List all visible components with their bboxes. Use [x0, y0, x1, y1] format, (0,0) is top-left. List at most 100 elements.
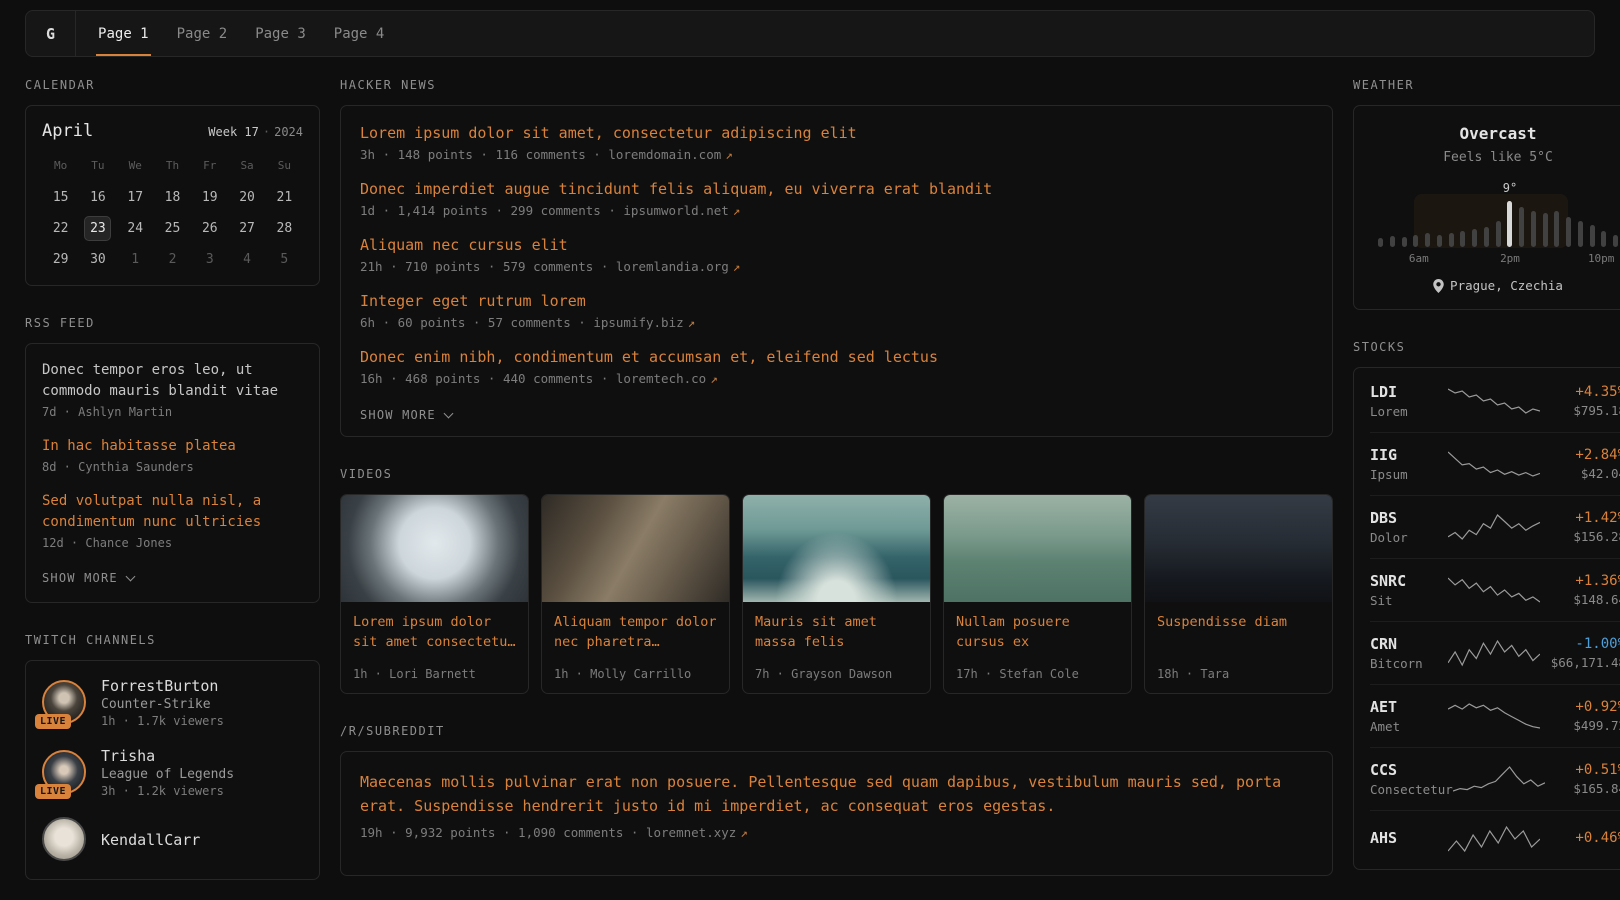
stock-row[interactable]: CCS Consectetur +0.51% $165.84 [1370, 747, 1620, 810]
video-title[interactable]: Mauris sit amet massa felis [755, 613, 918, 652]
stock-row[interactable]: CRN Bitcorn -1.00% $66,171.48 [1370, 621, 1620, 684]
hn-domain-link[interactable]: loremtech.co [616, 371, 706, 386]
tab-page-4[interactable]: Page 4 [320, 11, 399, 56]
calendar-day: 19 [191, 182, 228, 213]
live-badge: LIVE [35, 784, 71, 799]
stocks-section-label: STOCKS [1353, 340, 1620, 354]
calendar-grid: Mo Tu We Th Fr Sa Su 15 16 17 18 19 20 2… [42, 153, 303, 275]
twitch-channel-row[interactable]: LIVE ForrestBurton Counter-Strike 1h · 1… [42, 677, 303, 728]
twitch-channel-row[interactable]: KendallCarr [42, 817, 303, 863]
external-link-icon[interactable]: ↗ [733, 203, 741, 218]
stock-row[interactable]: AET Amet +0.92% $499.72 [1370, 684, 1620, 747]
hn-item-title[interactable]: Donec imperdiet augue tincidunt felis al… [360, 180, 1313, 198]
video-meta: 17h · Stefan Cole [956, 667, 1119, 681]
videos-widget: VIDEOS Lorem ipsum dolor sit amet consec… [340, 467, 1333, 694]
stock-change: +0.46% [1540, 830, 1620, 846]
hn-item: Lorem ipsum dolor sit amet, consectetur … [360, 124, 1313, 162]
calendar-day: 21 [266, 182, 303, 213]
stock-row[interactable]: IIG Ipsum +2.84% $42.04 [1370, 432, 1620, 495]
video-thumbnail[interactable] [1145, 495, 1332, 602]
stock-symbol: SNRC [1370, 572, 1448, 590]
weather-location-text: Prague, Czechia [1450, 278, 1563, 293]
weather-time-label: 6am [1409, 252, 1429, 265]
video-title[interactable]: Lorem ipsum dolor sit amet consectetu… [353, 613, 516, 652]
stock-name: Lorem [1370, 404, 1448, 419]
stock-row[interactable]: DBS Dolor +1.42% $156.28 [1370, 495, 1620, 558]
video-thumbnail[interactable] [341, 495, 528, 602]
stocks-widget: STOCKS LDI Lorem +4.35% $795.18 [1353, 340, 1620, 870]
hn-item-title[interactable]: Integer eget rutrum lorem [360, 292, 1313, 310]
calendar-day: 17 [117, 182, 154, 213]
stock-sparkline-wrap [1453, 764, 1545, 794]
stock-price: $156.28 [1540, 529, 1620, 544]
video-title[interactable]: Nullam posuere cursus ex [956, 613, 1119, 652]
hn-domain-link[interactable]: loremlandia.org [616, 259, 729, 274]
stock-row[interactable]: LDI Lorem +4.35% $795.18 [1370, 370, 1620, 432]
stock-symbol: LDI [1370, 383, 1448, 401]
stock-values: +4.35% $795.18 [1540, 384, 1620, 418]
external-link-icon[interactable]: ↗ [710, 371, 718, 386]
stock-change: -1.00% [1540, 636, 1620, 652]
rss-item-title[interactable]: Sed volutpat nulla nisl, a condimentum n… [42, 491, 303, 533]
hn-domain-link[interactable]: ipsumworld.net [623, 203, 728, 218]
hn-show-more-button[interactable]: SHOW MORE [360, 408, 452, 422]
video-meta: 7h · Grayson Dawson [755, 667, 918, 681]
weather-bar [1378, 238, 1383, 247]
video-card[interactable]: Suspendisse diam 18h · Tara [1144, 494, 1333, 694]
stock-sparkline-wrap [1448, 701, 1540, 731]
stock-values: +0.92% $499.72 [1540, 699, 1620, 733]
hn-item-title[interactable]: Aliquam nec cursus elit [360, 236, 1313, 254]
tab-page-2[interactable]: Page 2 [163, 11, 242, 56]
video-thumbnail[interactable] [542, 495, 729, 602]
calendar-day-header: Mo [42, 153, 79, 182]
twitch-channel-name: Trisha [101, 747, 234, 765]
video-card[interactable]: Mauris sit amet massa felis 7h · Grayson… [742, 494, 931, 694]
right-column: WEATHER Overcast Feels like 5°C 9° 6am 2… [1353, 69, 1620, 900]
chevron-down-icon [125, 571, 135, 581]
hn-item-title[interactable]: Donec enim nibh, condimentum et accumsan… [360, 348, 1313, 366]
reddit-domain-link[interactable]: loremnet.xyz [646, 825, 736, 840]
rss-show-more-button[interactable]: SHOW MORE [42, 571, 134, 585]
hn-meta-text: 21h · 710 points · 579 comments · [360, 259, 608, 274]
weather-bar [1554, 211, 1559, 247]
video-thumbnail[interactable] [944, 495, 1131, 602]
rss-item: Donec tempor eros leo, ut commodo mauris… [42, 360, 303, 419]
hn-meta-text: 16h · 468 points · 440 comments · [360, 371, 608, 386]
stock-name: Bitcorn [1370, 656, 1448, 671]
rss-item-meta: 8d · Cynthia Saunders [42, 460, 303, 474]
external-link-icon[interactable]: ↗ [740, 825, 748, 840]
reddit-post-title[interactable]: Maecenas mollis pulvinar erat non posuer… [360, 770, 1313, 818]
hn-domain-link[interactable]: loremdomain.com [608, 147, 721, 162]
tab-page-1[interactable]: Page 1 [84, 11, 163, 56]
rss-item-title[interactable]: Donec tempor eros leo, ut commodo mauris… [42, 360, 303, 402]
video-card[interactable]: Nullam posuere cursus ex 17h · Stefan Co… [943, 494, 1132, 694]
tab-page-3[interactable]: Page 3 [241, 11, 320, 56]
stock-id: DBS Dolor [1370, 509, 1448, 545]
stock-row[interactable]: AHS +0.46% [1370, 810, 1620, 867]
hn-item: Integer eget rutrum lorem 6h · 60 points… [360, 292, 1313, 330]
external-link-icon[interactable]: ↗ [733, 259, 741, 274]
hn-item-title[interactable]: Lorem ipsum dolor sit amet, consectetur … [360, 124, 1313, 142]
external-link-icon[interactable]: ↗ [725, 147, 733, 162]
twitch-card: LIVE ForrestBurton Counter-Strike 1h · 1… [25, 660, 320, 880]
calendar-month: April [42, 121, 93, 141]
twitch-channel-meta: 1h · 1.7k viewers [101, 714, 224, 728]
hn-meta-text: 3h · 148 points · 116 comments · [360, 147, 601, 162]
hn-domain-link[interactable]: ipsumify.biz [593, 315, 683, 330]
hn-item: Aliquam nec cursus elit 21h · 710 points… [360, 236, 1313, 274]
weather-time-labels: 6am 2pm 10pm [1378, 252, 1618, 265]
rss-item-title[interactable]: In hac habitasse platea [42, 436, 303, 457]
video-card[interactable]: Aliquam tempor dolor nec pharetra… 1h · … [541, 494, 730, 694]
twitch-channel-info: Trisha League of Legends 3h · 1.2k viewe… [101, 747, 234, 798]
twitch-channel-name: ForrestBurton [101, 677, 224, 695]
video-title[interactable]: Suspendisse diam [1157, 613, 1320, 633]
external-link-icon[interactable]: ↗ [688, 315, 696, 330]
video-card[interactable]: Lorem ipsum dolor sit amet consectetu… 1… [340, 494, 529, 694]
app-logo[interactable]: G [26, 11, 76, 56]
video-title[interactable]: Aliquam tempor dolor nec pharetra… [554, 613, 717, 652]
video-thumbnail[interactable] [743, 495, 930, 602]
stock-change: +4.35% [1540, 384, 1620, 400]
stock-row[interactable]: SNRC Sit +1.36% $148.64 [1370, 558, 1620, 621]
weather-bar [1613, 235, 1618, 247]
twitch-channel-row[interactable]: LIVE Trisha League of Legends 3h · 1.2k … [42, 747, 303, 798]
